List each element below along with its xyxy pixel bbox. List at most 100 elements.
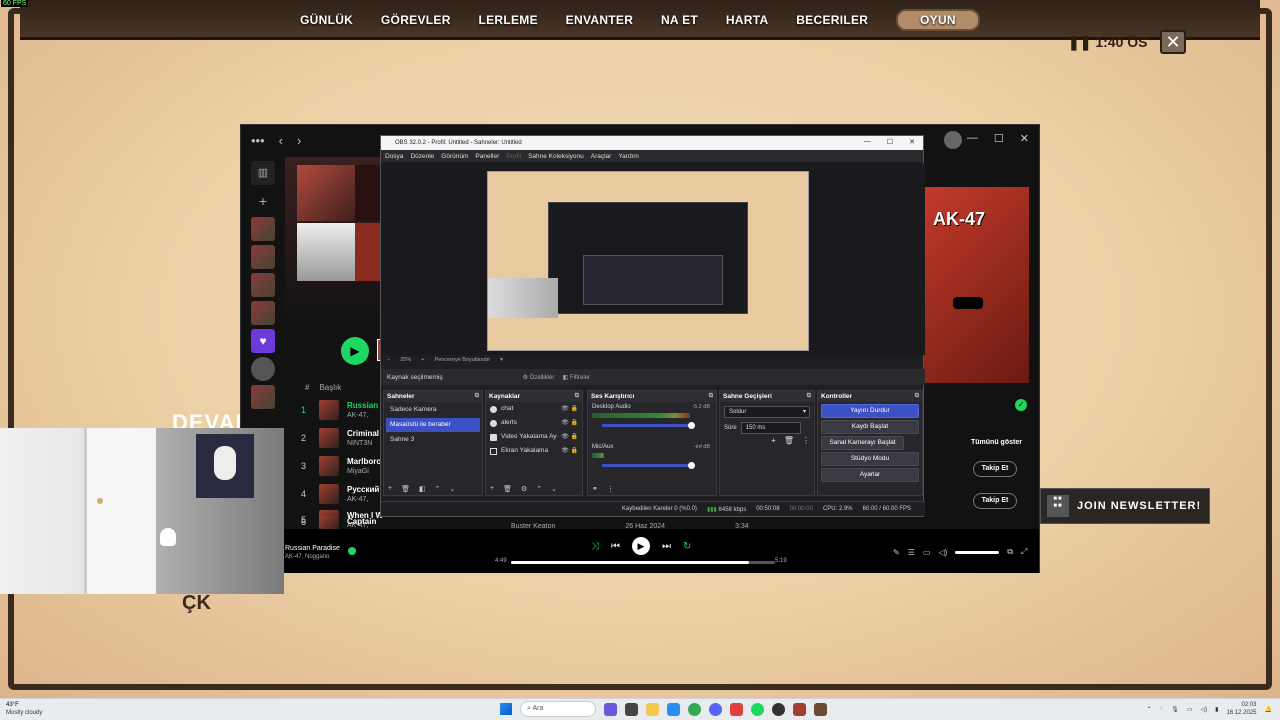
game-icon[interactable] [793,702,806,716]
sidebar-playlist[interactable] [251,385,275,409]
progress-bar[interactable] [511,561,775,564]
app-icon[interactable] [814,702,827,716]
now-playing-title[interactable]: Russian Paradise [285,545,340,552]
close-icon[interactable]: ✕ [1020,132,1029,145]
nav-quests[interactable]: GÖREVLER [381,13,451,27]
saved-check-icon[interactable] [348,547,356,555]
taskbar-search[interactable]: ⌕ Ara [520,701,596,717]
up-icon[interactable]: ⌃ [536,485,542,493]
sidebar-playlist[interactable] [251,217,275,241]
close-icon[interactable]: ✕ [909,138,915,146]
duration-input[interactable]: 150 ms [740,422,801,434]
more-icon[interactable]: ⋮ [607,485,614,493]
next-icon[interactable]: ⏭ [662,541,671,552]
battery-icon[interactable]: ▮ [1215,706,1218,713]
device-icon[interactable]: ▭ [923,548,931,557]
nav-game[interactable]: OYUN [896,9,980,31]
chevron-down-icon[interactable]: ▾ [500,357,503,363]
follow-button[interactable]: Takip Et [973,461,1017,477]
settings-button[interactable]: Ayarlar [821,468,919,482]
menu-view[interactable]: Görünüm [441,153,468,160]
dock-float-icon[interactable]: ⧉ [575,391,579,402]
menu-profile[interactable]: Profil [506,153,521,160]
chrome-icon[interactable] [688,702,701,716]
show-all-link[interactable]: Tümünü göster [971,439,1022,446]
maximize-icon[interactable]: ☐ [994,132,1004,145]
clock[interactable]: 02:03 16.12.2025 [1226,701,1256,717]
minimize-icon[interactable]: — [967,132,978,145]
now-playing-artist[interactable]: AK-47, Noggano [285,554,329,560]
nav-progress[interactable]: LERLEME [478,13,537,27]
obs-icon[interactable] [772,702,785,716]
spotify-icon[interactable] [751,702,764,716]
scene-item[interactable]: Sadece Kamera [386,403,480,417]
trash-icon[interactable]: 🗑 [401,485,410,493]
app-icon[interactable] [730,702,743,716]
menu-docks[interactable]: Paneller [475,153,499,160]
nav-make[interactable]: NA ET [661,13,698,27]
more-icon[interactable]: ⋮ [802,436,810,445]
source-item[interactable]: alerts 👁 🔒 [486,416,582,430]
weather-widget[interactable]: 43°F Mostly cloudy [6,701,42,717]
menu-edit[interactable]: Düzenle [410,153,434,160]
transition-select[interactable]: Soldur ▾ [724,406,810,418]
miniplayer-icon[interactable]: ⧉ [1007,547,1013,557]
trash-icon[interactable]: 🗑 [503,485,512,493]
scene-item[interactable]: Sahne 3 [386,433,480,447]
filter-icon[interactable]: ◧ [419,485,426,493]
menu-file[interactable]: Dosya [385,153,403,160]
zoom-in-button[interactable]: + [421,357,424,363]
slider-knob[interactable] [688,462,695,469]
studio-mode-button[interactable]: Stüdyo Modu [821,452,919,466]
app-icon[interactable] [667,702,680,716]
nav-map[interactable]: HARTA [726,13,769,27]
menu-dots-icon[interactable]: ••• [251,133,265,148]
newsletter-button[interactable]: ■■ ■■ JOIN NEWSLETTER! [1040,488,1210,524]
volume-slider[interactable] [602,422,695,429]
source-item[interactable]: Ekran Yakalama 👁 🔒 [486,444,582,458]
sidebar-artist[interactable] [251,357,275,381]
menu-help[interactable]: Yardım [618,153,638,160]
link-icon[interactable]: ⚭ [592,485,598,493]
add-icon[interactable]: + [490,485,494,493]
volume-icon[interactable]: ◁) [938,548,947,557]
add-icon[interactable]: + [771,436,776,445]
nav-inventory[interactable]: ENVANTER [566,13,634,27]
sidebar-playlist[interactable] [251,273,275,297]
repeat-icon[interactable]: ↻ [683,541,691,552]
slider-knob[interactable] [688,422,695,429]
gear-icon[interactable]: ⚙ [521,485,527,493]
game-close-button[interactable]: ✕ [1160,30,1186,54]
library-icon[interactable]: ▥ [251,161,275,185]
obs-preview[interactable] [381,163,925,355]
volume-slider[interactable] [955,550,1000,554]
chevron-up-icon[interactable]: ⌃ [1147,706,1152,713]
liked-songs-heart-icon[interactable]: ♥ [251,329,275,353]
start-recording-button[interactable]: Kaydı Başlat [821,420,919,434]
trash-icon[interactable]: 🗑 [784,436,794,445]
start-virtual-cam-button[interactable]: Sanal Kamerayı Başlat [821,436,904,450]
fullscreen-icon[interactable]: ⤢ [1021,547,1027,557]
app-icon[interactable] [625,702,638,716]
monitor-icon[interactable]: ▭ [1187,706,1193,713]
location-icon[interactable]: ◌ [1160,706,1164,712]
down-icon[interactable]: ⌄ [449,485,455,493]
dock-float-icon[interactable]: ⧉ [709,391,713,402]
queue-icon[interactable]: ☰ [908,548,915,557]
up-icon[interactable]: ⌃ [435,485,441,493]
previous-icon[interactable]: ⏮ [611,541,620,552]
mic-icon[interactable]: 🎙 [1171,706,1179,713]
lyrics-icon[interactable]: ✎ [893,548,900,557]
windows-start-icon[interactable] [500,703,512,715]
scene-item[interactable]: Masaüstü ile beraber [386,418,480,432]
follow-button[interactable]: Takip Et [973,493,1017,509]
preview-canvas[interactable] [487,171,809,351]
speaker-icon[interactable]: ◁) [1201,706,1208,713]
down-icon[interactable]: ⌄ [551,485,557,493]
menu-tools[interactable]: Araçlar [591,153,612,160]
eye-lock-icon[interactable]: 👁 🔒 [561,416,578,430]
add-icon[interactable]: + [251,189,275,213]
pause-button[interactable]: ▶ [632,537,650,555]
play-button[interactable]: ▶ [341,337,369,365]
dock-float-icon[interactable]: ⧉ [807,391,811,402]
